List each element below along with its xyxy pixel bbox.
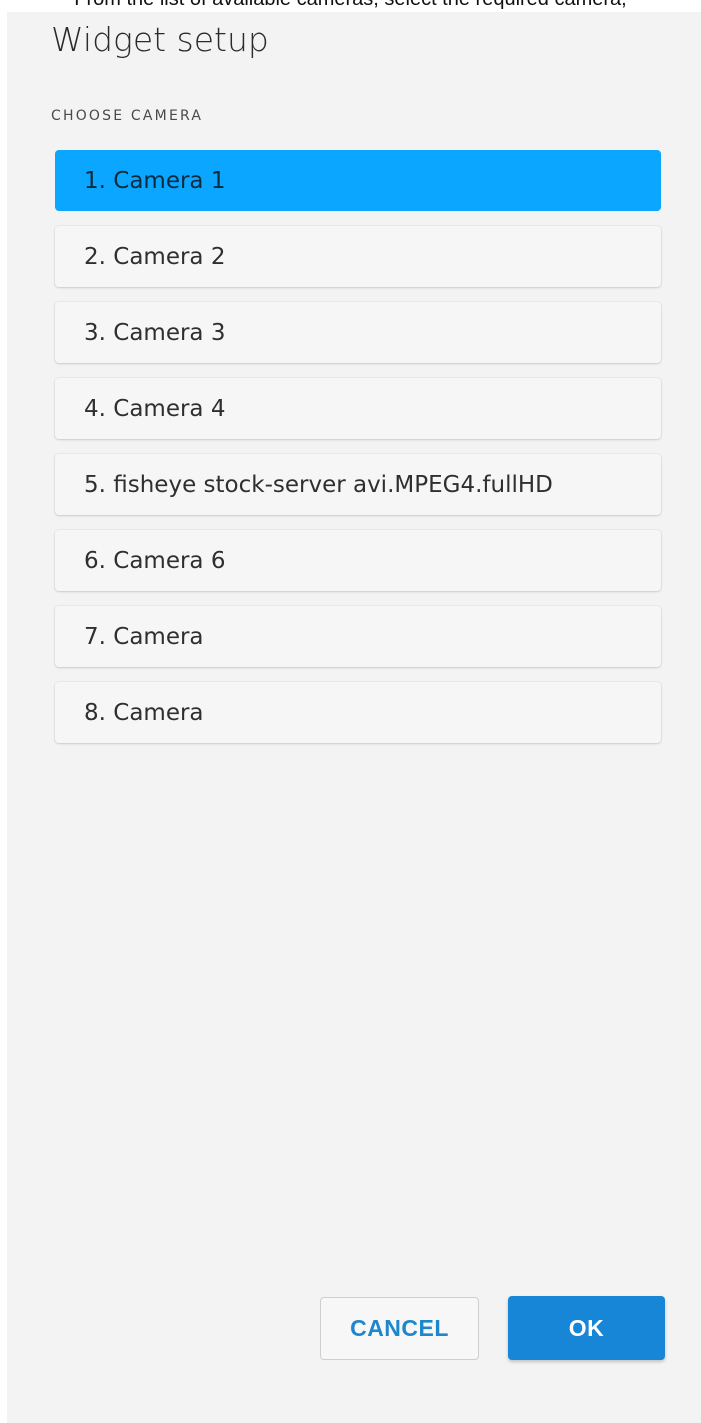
cancel-button[interactable]: CANCEL (320, 1297, 479, 1360)
camera-list: 1. Camera 1 2. Camera 2 3. Camera 3 4. C… (55, 150, 661, 758)
ok-button[interactable]: OK (508, 1296, 665, 1360)
camera-item-7[interactable]: 7. Camera (55, 606, 661, 667)
camera-item-5[interactable]: 5. fisheye stock-server avi.MPEG4.fullHD (55, 454, 661, 515)
camera-item-4[interactable]: 4. Camera 4 (55, 378, 661, 439)
camera-item-2[interactable]: 2. Camera 2 (55, 226, 661, 287)
dialog-title: Widget setup (51, 20, 269, 59)
camera-item-8[interactable]: 8. Camera (55, 682, 661, 743)
page: From the list of available cameras, sele… (0, 0, 701, 1423)
camera-item-3[interactable]: 3. Camera 3 (55, 302, 661, 363)
camera-item-6[interactable]: 6. Camera 6 (55, 530, 661, 591)
choose-camera-label: CHOOSE CAMERA (51, 108, 204, 124)
camera-item-1[interactable]: 1. Camera 1 (55, 150, 661, 211)
widget-setup-dialog: Widget setup CHOOSE CAMERA 1. Camera 1 2… (7, 12, 701, 1423)
